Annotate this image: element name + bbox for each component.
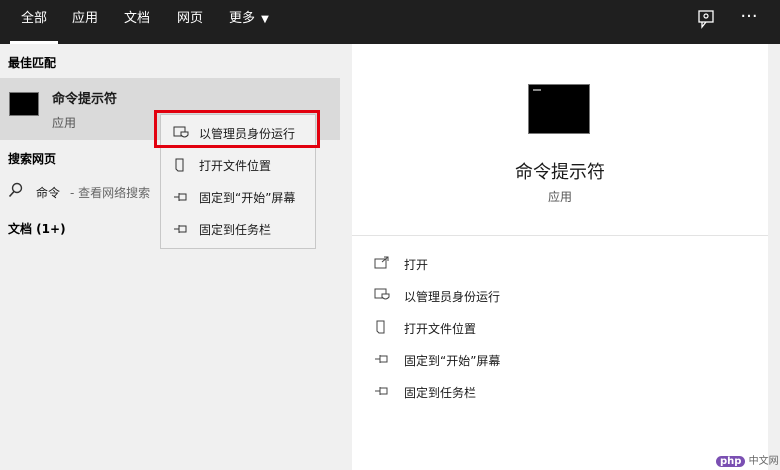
command-prompt-icon xyxy=(9,92,39,116)
tab-label: 应用 xyxy=(72,11,99,26)
preview-panel: 命令提示符 应用 打开 以管理员身份运行 打开文件位置 固定到“开始”屏幕 固定… xyxy=(352,44,768,470)
menu-item-label: 固定到任务栏 xyxy=(199,223,272,237)
results-panel: 最佳匹配 命令提示符 应用 搜索网页 命令 - 查看网络搜索 文档 (1+) xyxy=(0,44,340,470)
top-navigation-bar: 全部 应用 文档 网页 更多 ▼ ··· xyxy=(0,0,780,44)
tab-all[interactable]: 全部 xyxy=(10,0,58,44)
menu-item-pin-to-taskbar[interactable]: 固定到任务栏 xyxy=(161,213,315,245)
tab-more[interactable]: 更多 ▼ xyxy=(229,0,269,44)
documents-heading: 文档 (1+) xyxy=(8,222,66,236)
action-label: 固定到任务栏 xyxy=(404,386,477,400)
shield-icon xyxy=(374,288,390,302)
search-icon xyxy=(8,182,24,202)
action-open[interactable]: 打开 xyxy=(374,252,674,276)
web-query: 命令 xyxy=(36,186,61,200)
pin-icon xyxy=(173,222,189,236)
command-prompt-large-icon xyxy=(528,84,590,134)
context-menu: 以管理员身份运行 打开文件位置 固定到“开始”屏幕 固定到任务栏 xyxy=(160,114,316,249)
preview-title: 命令提示符 xyxy=(515,162,605,183)
tab-web[interactable]: 网页 xyxy=(177,0,203,44)
action-run-as-admin[interactable]: 以管理员身份运行 xyxy=(374,284,674,308)
preview-subtitle: 应用 xyxy=(547,190,572,204)
tab-label: 全部 xyxy=(20,11,47,26)
chevron-down-icon: ▼ xyxy=(261,14,269,25)
feedback-icon[interactable] xyxy=(694,8,720,34)
web-query-suffix: - 查看网络搜索 xyxy=(70,186,151,200)
watermark: php 中文网 xyxy=(716,452,779,467)
file-icon xyxy=(374,320,390,334)
menu-item-pin-to-start[interactable]: 固定到“开始”屏幕 xyxy=(161,181,315,213)
divider xyxy=(352,235,768,236)
tab-documents[interactable]: 文档 xyxy=(124,0,150,44)
tab-apps[interactable]: 应用 xyxy=(72,0,98,44)
tab-label: 文档 xyxy=(124,11,151,26)
menu-item-label: 以管理员身份运行 xyxy=(199,127,296,141)
action-pin-to-taskbar[interactable]: 固定到任务栏 xyxy=(374,380,674,404)
menu-item-label: 打开文件位置 xyxy=(199,159,272,173)
pin-icon xyxy=(173,190,189,204)
more-icon[interactable]: ··· xyxy=(736,8,762,34)
menu-item-open-file-location[interactable]: 打开文件位置 xyxy=(161,149,315,181)
best-match-title: 命令提示符 xyxy=(52,92,118,107)
action-pin-to-start[interactable]: 固定到“开始”屏幕 xyxy=(374,348,674,372)
file-icon xyxy=(173,158,189,172)
action-label: 以管理员身份运行 xyxy=(404,290,501,304)
web-search-heading: 搜索网页 xyxy=(8,152,57,166)
pin-icon xyxy=(374,352,390,366)
shield-icon xyxy=(173,126,189,140)
best-match-heading: 最佳匹配 xyxy=(8,56,57,70)
pin-icon xyxy=(374,384,390,398)
menu-item-label: 固定到“开始”屏幕 xyxy=(199,191,296,205)
tab-label: 更多 xyxy=(229,11,256,26)
action-open-file-location[interactable]: 打开文件位置 xyxy=(374,316,674,340)
action-label: 固定到“开始”屏幕 xyxy=(404,354,501,368)
menu-item-run-as-admin[interactable]: 以管理员身份运行 xyxy=(161,117,315,149)
watermark-logo: php xyxy=(716,456,746,467)
action-label: 打开文件位置 xyxy=(404,322,477,336)
open-icon xyxy=(374,256,390,270)
best-match-subtitle: 应用 xyxy=(52,116,77,130)
action-label: 打开 xyxy=(404,258,429,272)
watermark-text: 中文网 xyxy=(748,456,779,467)
tab-label: 网页 xyxy=(177,11,204,26)
